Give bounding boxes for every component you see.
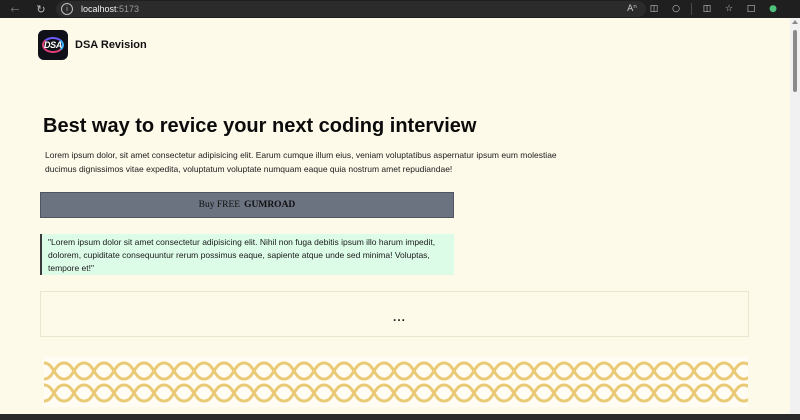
address-bar[interactable]: i localhost:5173: [56, 1, 646, 17]
pattern-segment: [283, 361, 305, 403]
page-scrollbar[interactable]: [790, 18, 800, 414]
pattern-segment: [123, 361, 145, 403]
testimonial-quote: "Lorem ipsum dolor sit amet consectetur …: [40, 234, 454, 275]
logo-text: DSA: [43, 40, 63, 50]
window-bottom-edge: [0, 414, 800, 420]
brand-name: DSA Revision: [75, 39, 147, 51]
pattern-segment: [683, 361, 705, 403]
toolbar-divider: [691, 3, 692, 15]
pattern-segment: [483, 361, 505, 403]
loading-box: ...: [40, 291, 749, 337]
pattern-segment: [723, 361, 745, 403]
url-port: :5173: [116, 4, 140, 14]
scroll-up-icon[interactable]: [792, 20, 798, 24]
pattern-segment: [663, 361, 685, 403]
buy-prefix: Buy FREE: [198, 200, 241, 210]
pattern-segment: [303, 361, 325, 403]
pattern-segment: [503, 361, 525, 403]
pattern-segment: [203, 361, 225, 403]
pattern-segment: [383, 361, 405, 403]
read-aloud-icon[interactable]: Aⁿ: [625, 2, 639, 16]
pattern-segment: [543, 361, 565, 403]
info-icon[interactable]: i: [61, 3, 73, 15]
hero-title: Best way to revice your next coding inte…: [43, 115, 477, 137]
pattern-segment: [83, 361, 105, 403]
pattern-segment: [243, 361, 265, 403]
pattern-segment: [143, 361, 165, 403]
collections-icon[interactable]: □: [744, 2, 758, 16]
loading-dots: ...: [393, 310, 407, 324]
brand[interactable]: DSA DSA Revision: [38, 30, 147, 60]
scroll-thumb[interactable]: [793, 30, 797, 92]
pattern-segment: [563, 361, 585, 403]
back-icon[interactable]: ←: [6, 0, 24, 18]
pattern-segment: [263, 361, 285, 403]
browser-toolbar-icons: Aⁿ ◫ ○ ◫ ☆ □ ●: [625, 0, 780, 18]
pattern-segment: [63, 361, 85, 403]
pattern-segment: [403, 361, 425, 403]
pattern-segment: [623, 361, 645, 403]
pattern-segment: [223, 361, 245, 403]
reload-icon[interactable]: ↻: [32, 0, 50, 18]
buy-gumroad-button[interactable]: Buy FREE GUMROAD: [40, 192, 454, 218]
decorative-banner: [44, 357, 748, 407]
pattern-segment: [44, 361, 65, 403]
pattern-segment: [163, 361, 185, 403]
pattern-segment: [583, 361, 605, 403]
pattern-segment: [743, 361, 748, 403]
pattern-segment: [463, 361, 485, 403]
pattern-segment: [323, 361, 345, 403]
favorites-bar-icon[interactable]: ◫: [700, 2, 714, 16]
hero-description: Lorem ipsum dolor, sit amet consectetur …: [45, 150, 557, 174]
pattern-segment: [423, 361, 445, 403]
profile-icon[interactable]: ●: [766, 2, 780, 16]
pattern-segment: [363, 361, 385, 403]
pattern-segment: [443, 361, 465, 403]
pattern-segment: [183, 361, 205, 403]
dsa-logo: DSA: [38, 30, 68, 60]
decorative-pattern: [44, 361, 748, 403]
pattern-segment: [643, 361, 665, 403]
pattern-segment: [603, 361, 625, 403]
split-screen-icon[interactable]: ◫: [647, 2, 661, 16]
pattern-segment: [703, 361, 725, 403]
extensions-icon[interactable]: ○: [669, 2, 683, 16]
pattern-segment: [343, 361, 365, 403]
pattern-segment: [523, 361, 545, 403]
pattern-segment: [103, 361, 125, 403]
buy-brand: GUMROAD: [244, 200, 296, 210]
browser-toolbar: ← ↻ i localhost:5173 Aⁿ ◫ ○ ◫ ☆ □ ●: [0, 0, 800, 18]
favorites-icon[interactable]: ☆: [722, 2, 736, 16]
url-host: localhost: [81, 4, 117, 14]
